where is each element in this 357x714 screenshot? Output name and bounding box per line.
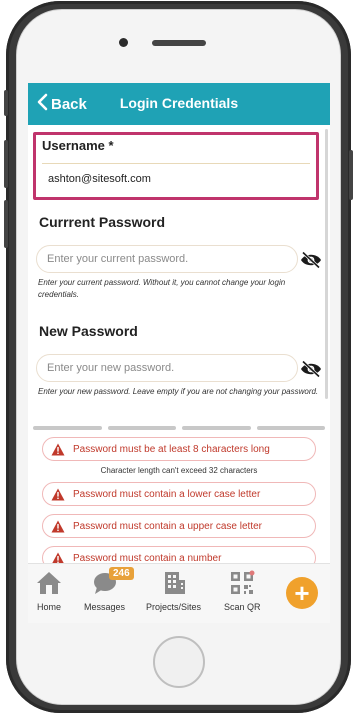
new-password-hint: Enter your new password. Leave empty if … [38,387,319,396]
password-strength-meter [33,426,325,430]
phone-side-button [4,90,8,116]
strength-segment [256,426,325,430]
warning-icon [51,488,65,500]
phone-side-button [4,200,8,248]
password-rule-text: Password must contain a upper case lette… [73,520,262,532]
bottom-navigation: Home Messages Projects/Sites Scan QR [28,563,330,623]
password-rule-text: Password must contain a number [73,552,222,564]
character-limit-note: Character length can't exceed 32 charact… [100,466,258,475]
warning-icon [51,443,65,455]
password-rule: Password must contain a upper case lette… [42,514,316,538]
nav-messages-label: Messages [84,602,126,612]
strength-segment [33,426,102,430]
plus-icon: + [294,578,310,608]
phone-side-button [349,150,353,200]
add-button[interactable]: + [286,577,318,609]
phone-home-button[interactable] [153,636,205,688]
nav-projects-sites[interactable]: Projects/Sites [146,570,201,612]
warning-icon [51,520,65,532]
password-rule: Password must contain a lower case lette… [42,482,316,506]
username-value[interactable]: ashton@sitesoft.com [48,173,151,185]
building-icon [164,572,185,594]
front-camera [119,38,128,47]
nav-projects-label: Projects/Sites [146,602,202,612]
current-password-input[interactable] [36,245,298,273]
current-password-hint: Enter your current password. Without it,… [38,278,286,299]
qr-code-icon [231,570,255,594]
strength-segment [182,426,251,430]
nav-scan-qr[interactable]: Scan QR [224,570,261,612]
strength-segment [107,426,176,430]
phone-side-button [4,140,8,188]
scrollbar[interactable] [325,129,328,399]
home-icon [37,572,61,594]
nav-home-label: Home [36,602,61,612]
app-header: Back Login Credentials [28,83,330,125]
password-rule-text: Password must contain a lower case lette… [73,488,261,500]
current-password-label: Currrent Password [39,214,166,230]
new-password-label: New Password [39,323,138,339]
username-underline [42,163,310,164]
nav-scan-label: Scan QR [224,602,261,612]
password-rule: Password must be at least 8 characters l… [42,437,316,461]
eye-off-icon[interactable] [300,360,322,378]
username-field-highlight[interactable]: Username * ashton@sitesoft.com [33,132,319,200]
messages-count-badge: 246 [109,567,134,580]
app-screen: Back Login Credentials Username * ashton… [28,83,330,623]
nav-home[interactable]: Home [36,570,62,612]
new-password-input[interactable] [36,354,298,382]
username-label: Username * [42,138,114,153]
eye-off-icon[interactable] [300,251,322,269]
password-rule-text: Password must be at least 8 characters l… [73,443,270,455]
earpiece-speaker [152,40,206,46]
page-title: Login Credentials [119,95,239,111]
